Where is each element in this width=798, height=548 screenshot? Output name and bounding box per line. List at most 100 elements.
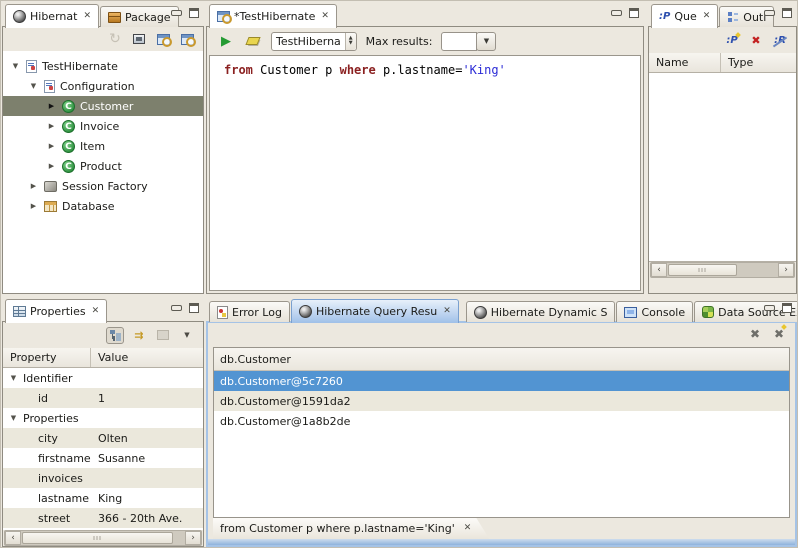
close-all-query-pages-icon[interactable]: ✖ — [770, 326, 788, 343]
results-column-header[interactable]: db.Customer — [214, 348, 789, 371]
max-results-input[interactable] — [441, 32, 477, 51]
open-hql-editor-icon[interactable] — [154, 31, 172, 48]
maximize-button[interactable] — [629, 8, 639, 18]
run-query-button[interactable]: ▶ — [217, 33, 235, 50]
tab-label: *TestHibernate — [234, 10, 315, 23]
dropdown-arrow-icon[interactable]: ▼ — [476, 32, 496, 51]
scroll-right-icon[interactable]: › — [778, 263, 794, 277]
maximize-button[interactable] — [782, 303, 792, 313]
close-icon[interactable]: ✕ — [701, 12, 711, 21]
class-icon: C — [62, 120, 75, 133]
tree-item-database[interactable]: ▶Database — [3, 196, 203, 216]
properties-body: ⇉ ▼ Property Value ▼Identifierid1▼Proper… — [2, 321, 204, 547]
show-advanced-properties-icon[interactable]: ⇉ — [130, 327, 148, 344]
tree-item-item[interactable]: ▶CItem — [3, 136, 203, 156]
focus-highlight-band — [208, 539, 795, 545]
parameters-table-body[interactable] — [649, 73, 796, 262]
tree-item-invoice[interactable]: ▶CInvoice — [3, 116, 203, 136]
scroll-left-icon[interactable]: ‹ — [5, 531, 21, 545]
result-row-1[interactable]: db.Customer@5c7260 — [214, 371, 789, 391]
maximize-button[interactable] — [189, 8, 199, 18]
open-criteria-editor-icon[interactable] — [178, 31, 196, 48]
scroll-left-icon[interactable]: ‹ — [651, 263, 667, 277]
new-parameter-icon[interactable]: :P — [723, 32, 741, 49]
scrollbar-thumb[interactable] — [22, 532, 173, 544]
view-controls — [171, 8, 199, 18]
horizontal-scrollbar[interactable]: ‹ › — [650, 262, 795, 278]
property-row-identifier[interactable]: ▼Identifier — [3, 368, 203, 388]
scrollbar-track[interactable] — [21, 531, 185, 545]
property-row-properties[interactable]: ▼Properties — [3, 408, 203, 428]
minimize-button[interactable] — [171, 10, 182, 16]
maximize-button[interactable] — [189, 303, 199, 313]
query-page-tab[interactable]: from Customer p where p.lastname='King' … — [213, 518, 489, 539]
tab-package-explorer[interactable]: Package — [100, 6, 179, 27]
tab-error-log[interactable]: Error Log — [209, 301, 290, 322]
column-header-property[interactable]: Property — [3, 348, 91, 367]
max-results-combo[interactable]: ▼ — [441, 32, 496, 51]
maximize-button[interactable] — [782, 8, 792, 18]
result-row-3[interactable]: db.Customer@1a8b2de — [214, 411, 789, 431]
property-row-city[interactable]: cityOlten — [3, 428, 203, 448]
tab-hibernate-configurations[interactable]: Hibernat ✕ — [5, 4, 99, 28]
scroll-right-icon[interactable]: › — [185, 531, 201, 545]
collapse-arrow-icon[interactable]: ▼ — [10, 62, 21, 70]
expand-arrow-icon[interactable]: ▶ — [28, 202, 39, 210]
close-icon[interactable]: ✕ — [90, 307, 100, 316]
collapse-arrow-icon[interactable]: ▼ — [8, 414, 19, 422]
property-row-firstname[interactable]: firstnameSusanne — [3, 448, 203, 468]
expand-arrow-icon[interactable]: ▶ — [46, 102, 57, 110]
collapse-arrow-icon[interactable]: ▼ — [8, 374, 19, 382]
class-icon: C — [62, 160, 75, 173]
tab-properties[interactable]: Properties ✕ — [5, 299, 107, 323]
result-row-2[interactable]: db.Customer@1591da2 — [214, 391, 789, 411]
scrollbar-track[interactable] — [667, 263, 778, 277]
expand-arrow-icon[interactable]: ▶ — [28, 182, 39, 190]
property-value — [91, 368, 203, 388]
tab-query-parameters[interactable]: :P Que ✕ — [651, 4, 718, 28]
hql-code-area[interactable]: from Customer p where p.lastname='King' — [209, 55, 641, 291]
property-row-invoices[interactable]: invoices — [3, 468, 203, 488]
tree-item-configuration[interactable]: ▼Configuration — [3, 76, 203, 96]
expand-arrow-icon[interactable]: ▶ — [46, 122, 57, 130]
close-icon[interactable]: ✕ — [319, 12, 329, 21]
tab-console[interactable]: Console — [616, 301, 693, 322]
minimize-button[interactable] — [764, 305, 775, 311]
column-header-value[interactable]: Value — [91, 348, 128, 367]
property-row-lastname[interactable]: lastnameKing — [3, 488, 203, 508]
column-header-name[interactable]: Name — [649, 53, 721, 72]
minimize-button[interactable] — [611, 10, 622, 16]
tab-hibernate-dynamic-sql[interactable]: Hibernate Dynamic S — [466, 301, 616, 322]
spinner-arrows-icon[interactable]: ▲ ▼ — [345, 33, 356, 50]
scrollbar-thumb[interactable] — [668, 264, 737, 276]
tree-item-customer[interactable]: ▶CCustomer — [3, 96, 203, 116]
minimize-button[interactable] — [171, 305, 182, 311]
expand-arrow-icon[interactable]: ▶ — [46, 162, 57, 170]
view-menu-icon[interactable]: ▼ — [178, 327, 196, 344]
property-row-id[interactable]: id1 — [3, 388, 203, 408]
close-icon[interactable]: ✕ — [441, 307, 451, 316]
tab-hibernate-query-results[interactable]: Hibernate Query Resu ✕ — [291, 299, 459, 323]
remove-all-parameters-icon[interactable]: :R — [771, 32, 789, 49]
query-parameters-view: :P Que ✕ Outl :P ✖ :R Name Type — [648, 3, 797, 294]
close-query-page-icon[interactable]: ✖ — [746, 326, 764, 343]
clear-editor-button[interactable] — [244, 33, 262, 50]
close-icon[interactable]: ✕ — [81, 12, 91, 21]
show-categories-icon[interactable] — [106, 327, 124, 344]
tree-item-label: Product — [80, 160, 122, 173]
collapse-arrow-icon[interactable]: ▼ — [28, 82, 39, 90]
close-icon[interactable]: ✕ — [462, 524, 472, 533]
configuration-combo[interactable]: TestHiberna ▲ ▼ — [271, 32, 357, 51]
remove-parameter-icon[interactable]: ✖ — [747, 32, 765, 49]
horizontal-scrollbar[interactable]: ‹ › — [4, 530, 202, 546]
minimize-button[interactable] — [764, 10, 775, 16]
add-configuration-icon[interactable] — [130, 31, 148, 48]
column-header-type[interactable]: Type — [721, 53, 753, 72]
tree-item-product[interactable]: ▶ C Product — [3, 156, 203, 176]
tree-item-session-factory[interactable]: ▶Session Factory — [3, 176, 203, 196]
expand-arrow-icon[interactable]: ▶ — [46, 142, 57, 150]
tree-item-testhibernate[interactable]: ▼TestHibernate — [3, 56, 203, 76]
property-row-street[interactable]: street366 - 20th Ave. — [3, 508, 203, 528]
query-parameters-toolbar: :P ✖ :R — [649, 27, 796, 53]
tab-testhibernate-editor[interactable]: *TestHibernate ✕ — [209, 4, 337, 28]
